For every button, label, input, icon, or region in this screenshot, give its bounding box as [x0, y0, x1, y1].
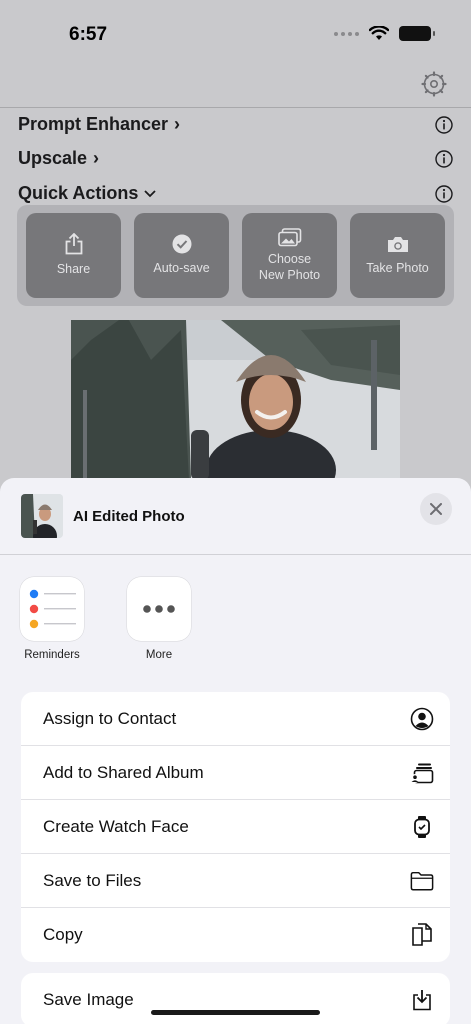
close-button[interactable] [420, 493, 452, 525]
choose-new-photo-button[interactable]: Choose New Photo [242, 213, 337, 298]
status-icons [334, 26, 435, 41]
copy-label: Copy [43, 925, 83, 944]
add-to-shared-album-label: Add to Shared Album [43, 762, 204, 782]
share-button[interactable]: Share [26, 213, 121, 298]
upscale-label: Upscale [18, 148, 88, 168]
cellular-signal-icon [334, 31, 359, 36]
share-icon [65, 233, 82, 255]
reminders-app-button[interactable] [20, 577, 84, 641]
upscale-row[interactable]: Upscale › [18, 148, 99, 169]
gear-icon[interactable] [421, 71, 447, 97]
person-circle-icon [410, 707, 434, 731]
photo-library-icon [277, 227, 301, 247]
assign-to-contact-label: Assign to Contact [43, 708, 177, 728]
status-time: 6:57 [69, 24, 108, 45]
share-label: Share [56, 262, 91, 277]
auto-save-label: Auto-save [153, 261, 210, 276]
wifi-icon [369, 26, 389, 40]
folder-icon [410, 869, 434, 893]
save-download-icon [410, 988, 434, 1012]
more-icon [143, 605, 175, 613]
copy-icon [410, 923, 434, 947]
info-icon[interactable] [435, 150, 453, 168]
chevron-right-icon: › [174, 114, 181, 134]
shared-album-icon [410, 761, 434, 785]
create-watch-face-action[interactable]: Create Watch Face [21, 800, 450, 854]
checkmark-circle-icon [172, 234, 191, 254]
actions-group-2: Save Image [21, 973, 450, 1024]
chevron-down-icon [144, 189, 156, 197]
choose-new-photo-label: Choose New Photo [258, 251, 321, 282]
info-icon[interactable] [435, 116, 453, 134]
copy-action[interactable]: Copy [21, 908, 450, 962]
battery-icon [399, 26, 435, 41]
share-sheet-title: AI Edited Photo [73, 508, 185, 525]
add-to-shared-album-action[interactable]: Add to Shared Album [21, 746, 450, 800]
home-indicator[interactable] [151, 1010, 320, 1015]
share-sheet-divider [0, 554, 471, 555]
close-icon [430, 503, 442, 515]
quick-actions-panel: Share Auto-save Choose New Photo Take Ph… [17, 205, 454, 306]
take-photo-label: Take Photo [366, 260, 429, 275]
actions-group: Assign to Contact Add to Shared Album Cr… [21, 692, 450, 962]
quick-actions-row[interactable]: Quick Actions [18, 183, 156, 204]
reminders-icon [29, 589, 76, 629]
header-divider [0, 107, 471, 108]
more-label: More [145, 649, 173, 661]
save-to-files-label: Save to Files [43, 870, 142, 890]
edited-photo-preview [71, 320, 400, 480]
status-bar: 6:57 [0, 0, 471, 70]
photo-thumbnail [21, 494, 63, 538]
save-to-files-action[interactable]: Save to Files [21, 854, 450, 908]
assign-to-contact-action[interactable]: Assign to Contact [21, 692, 450, 746]
take-photo-button[interactable]: Take Photo [350, 213, 445, 298]
more-button[interactable] [127, 577, 191, 641]
create-watch-face-label: Create Watch Face [43, 816, 189, 836]
auto-save-button[interactable]: Auto-save [134, 213, 229, 298]
save-image-action[interactable]: Save Image [21, 973, 450, 1024]
reminders-label: Reminders [24, 649, 80, 661]
share-sheet: AI Edited Photo Reminders More Assign to… [0, 478, 471, 1024]
info-icon[interactable] [435, 185, 453, 203]
watch-icon [410, 815, 434, 839]
chevron-right-icon: › [93, 148, 100, 168]
quick-actions-label: Quick Actions [18, 183, 139, 203]
share-sheet-header: AI Edited Photo [0, 478, 471, 555]
prompt-enhancer-label: Prompt Enhancer [18, 114, 169, 134]
camera-icon [387, 236, 408, 252]
prompt-enhancer-row[interactable]: Prompt Enhancer › [18, 114, 180, 135]
save-image-label: Save Image [43, 990, 134, 1009]
